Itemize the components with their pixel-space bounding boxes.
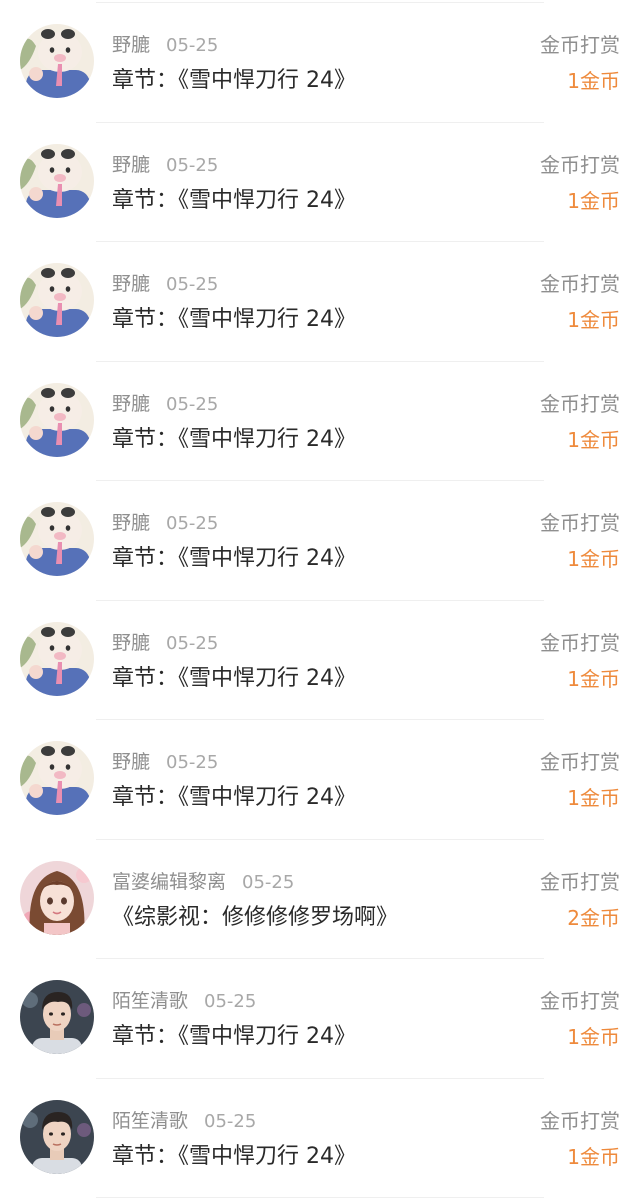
username[interactable]: 野膔: [112, 751, 150, 773]
username[interactable]: 野膔: [112, 273, 150, 295]
username[interactable]: 陌笙清歌: [112, 1110, 188, 1132]
reward-amount: 2金币: [567, 904, 620, 932]
reward-record-row[interactable]: 野膔 05-25 章节：《雪中悍刀行 24》 金币打赏 1金币: [0, 601, 640, 721]
reward-date: 05-25: [166, 513, 218, 534]
reward-date: 05-25: [166, 35, 218, 56]
anime-girl-avatar[interactable]: [20, 861, 94, 935]
username[interactable]: 野膔: [112, 632, 150, 654]
reward-amount: 1金币: [567, 187, 620, 215]
reward-type: 金币打赏: [540, 271, 620, 297]
chapter-title[interactable]: 章节：《雪中悍刀行 24》: [112, 664, 356, 694]
young-man-photo-avatar[interactable]: [20, 1100, 94, 1174]
reward-type: 金币打赏: [540, 391, 620, 417]
record-meta: 野膔 05-25: [112, 510, 218, 536]
record-meta: 野膔 05-25: [112, 391, 218, 417]
reward-record-row[interactable]: 野膔 05-25 章节：《雪中悍刀行 24》 金币打赏 1金币: [0, 3, 640, 123]
reward-date: 05-25: [166, 274, 218, 295]
username[interactable]: 陌笙清歌: [112, 990, 188, 1012]
reward-record-row[interactable]: 野膔 05-25 章节：《雪中悍刀行 24》 金币打赏 1金币: [0, 362, 640, 482]
reward-record-row[interactable]: 野膔 05-25 章节：《雪中悍刀行 24》 金币打赏 1金币: [0, 242, 640, 362]
young-man-photo-avatar[interactable]: [20, 980, 94, 1054]
reward-amount: 1金币: [567, 1143, 620, 1171]
record-meta: 野膔 05-25: [112, 271, 218, 297]
reward-date: 05-25: [166, 633, 218, 654]
chapter-title[interactable]: 章节：《雪中悍刀行 24》: [112, 425, 356, 455]
chapter-title[interactable]: 章节：《雪中悍刀行 24》: [112, 305, 356, 335]
chapter-title[interactable]: 章节：《雪中悍刀行 24》: [112, 66, 356, 96]
record-meta: 野膔 05-25: [112, 152, 218, 178]
reward-amount: 1金币: [567, 784, 620, 812]
username[interactable]: 野膔: [112, 34, 150, 56]
reward-date: 05-25: [166, 394, 218, 415]
chapter-title[interactable]: 章节：《雪中悍刀行 24》: [112, 1022, 356, 1052]
reward-type: 金币打赏: [540, 630, 620, 656]
cartoon-piglet-avatar[interactable]: [20, 383, 94, 457]
username[interactable]: 野膔: [112, 393, 150, 415]
reward-amount: 1金币: [567, 67, 620, 95]
cartoon-piglet-avatar[interactable]: [20, 741, 94, 815]
reward-record-row[interactable]: 野膔 05-25 章节：《雪中悍刀行 24》 金币打赏 1金币: [0, 123, 640, 243]
reward-date: 05-25: [166, 155, 218, 176]
chapter-title[interactable]: 章节：《雪中悍刀行 24》: [112, 1142, 356, 1172]
reward-type: 金币打赏: [540, 869, 620, 895]
cartoon-piglet-avatar[interactable]: [20, 502, 94, 576]
record-meta: 陌笙清歌 05-25: [112, 988, 256, 1014]
username[interactable]: 野膔: [112, 512, 150, 534]
record-meta: 野膔 05-25: [112, 749, 218, 775]
reward-record-row[interactable]: 野膔 05-25 章节：《雪中悍刀行 24》 金币打赏 1金币: [0, 481, 640, 601]
cartoon-piglet-avatar[interactable]: [20, 622, 94, 696]
record-meta: 野膔 05-25: [112, 32, 218, 58]
reward-date: 05-25: [204, 1111, 256, 1132]
record-meta: 野膔 05-25: [112, 630, 218, 656]
username[interactable]: 富婆编辑黎离: [112, 871, 226, 893]
reward-record-row[interactable]: 陌笙清歌 05-25 章节：《雪中悍刀行 24》 金币打赏 1金币: [0, 959, 640, 1079]
reward-amount: 1金币: [567, 545, 620, 573]
reward-amount: 1金币: [567, 665, 620, 693]
record-meta: 富婆编辑黎离 05-25: [112, 869, 294, 895]
reward-amount: 1金币: [567, 426, 620, 454]
reward-type: 金币打赏: [540, 152, 620, 178]
reward-date: 05-25: [204, 991, 256, 1012]
reward-amount: 1金币: [567, 306, 620, 334]
record-meta: 陌笙清歌 05-25: [112, 1108, 256, 1134]
chapter-title[interactable]: 章节：《雪中悍刀行 24》: [112, 544, 356, 574]
reward-record-list: 野膔 05-25 章节：《雪中悍刀行 24》 金币打赏 1金币 野膔 05-25 章…: [0, 3, 640, 1198]
reward-record-row[interactable]: 陌笙清歌 05-25 章节：《雪中悍刀行 24》 金币打赏 1金币: [0, 1079, 640, 1198]
reward-record-row[interactable]: 富婆编辑黎离 05-25 《综影视：修修修修罗场啊》 金币打赏 2金币: [0, 840, 640, 960]
reward-type: 金币打赏: [540, 988, 620, 1014]
reward-date: 05-25: [242, 872, 294, 893]
reward-date: 05-25: [166, 752, 218, 773]
reward-type: 金币打赏: [540, 510, 620, 536]
reward-amount: 1金币: [567, 1023, 620, 1051]
chapter-title[interactable]: 《综影视：修修修修罗场啊》: [112, 903, 398, 933]
reward-type: 金币打赏: [540, 749, 620, 775]
reward-record-row[interactable]: 野膔 05-25 章节：《雪中悍刀行 24》 金币打赏 1金币: [0, 720, 640, 840]
reward-type: 金币打赏: [540, 1108, 620, 1134]
cartoon-piglet-avatar[interactable]: [20, 263, 94, 337]
reward-type: 金币打赏: [540, 32, 620, 58]
chapter-title[interactable]: 章节：《雪中悍刀行 24》: [112, 783, 356, 813]
chapter-title[interactable]: 章节：《雪中悍刀行 24》: [112, 186, 356, 216]
cartoon-piglet-avatar[interactable]: [20, 24, 94, 98]
cartoon-piglet-avatar[interactable]: [20, 144, 94, 218]
username[interactable]: 野膔: [112, 154, 150, 176]
